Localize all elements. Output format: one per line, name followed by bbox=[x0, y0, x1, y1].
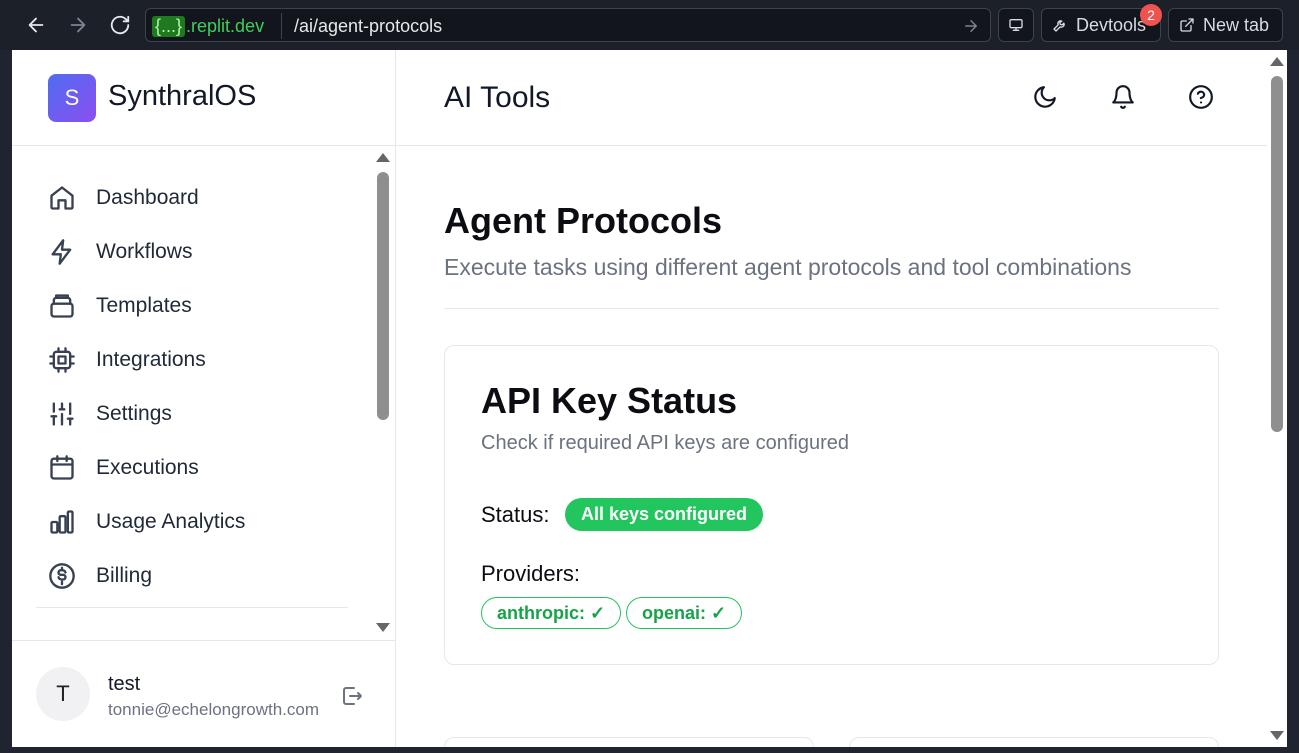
sidebar-item-label: Workflows bbox=[96, 240, 193, 263]
url-host-brace: {...} bbox=[152, 15, 186, 37]
provider-badge-openai: openai: ✓ bbox=[626, 597, 743, 629]
status-badge: All keys configured bbox=[565, 498, 764, 531]
provider-badge-anthropic: anthropic: ✓ bbox=[481, 597, 622, 629]
scroll-down-arrow-icon[interactable] bbox=[1270, 731, 1284, 740]
arrow-left-icon bbox=[28, 17, 44, 33]
page-title: Agent Protocols bbox=[444, 200, 723, 241]
sidebar-nav: Dashboard Workflows Templates Integratio… bbox=[12, 146, 395, 640]
arrow-right-icon[interactable] bbox=[962, 17, 980, 35]
sidebar-item-dashboard[interactable]: Dashboard bbox=[48, 178, 368, 218]
sidebar-item-templates[interactable]: Templates bbox=[48, 286, 368, 326]
sidebar: S SynthralOS Dashboard Workflows Templat… bbox=[12, 50, 396, 747]
status-label: Status: bbox=[481, 502, 550, 527]
calendar-icon bbox=[50, 455, 74, 480]
sidebar-scroll-thumb[interactable] bbox=[377, 172, 389, 420]
devtools-badge: 2 bbox=[1140, 4, 1162, 26]
user-name: test bbox=[108, 673, 141, 695]
browser-toolbar: {...} .replit.dev /ai/agent-protocols De… bbox=[0, 0, 1299, 50]
brand-logo[interactable]: S bbox=[48, 74, 96, 122]
devtools-label: Devtools bbox=[1076, 14, 1147, 35]
new-tab-label: New tab bbox=[1203, 14, 1270, 35]
moon-icon[interactable] bbox=[1032, 84, 1058, 110]
sidebar-item-label: Dashboard bbox=[96, 186, 199, 209]
sidebar-item-usage-analytics[interactable]: Usage Analytics bbox=[48, 502, 368, 542]
sidebar-scrollbar[interactable] bbox=[374, 146, 392, 640]
sidebar-item-label: Executions bbox=[96, 456, 199, 479]
lightning-icon bbox=[51, 239, 72, 265]
url-path: /ai/agent-protocols bbox=[294, 16, 443, 36]
providers-label: Providers: bbox=[481, 561, 581, 586]
top-bar: AI Tools bbox=[396, 50, 1267, 146]
sidebar-item-label: Billing bbox=[96, 564, 153, 587]
main-content: AI Tools Agent Protocols Execute tasks u… bbox=[396, 50, 1267, 747]
reload-icon bbox=[110, 15, 130, 35]
devtools-button[interactable]: Devtools 2 bbox=[1041, 4, 1162, 42]
bar-chart-icon bbox=[50, 510, 74, 534]
back-button[interactable] bbox=[21, 10, 51, 40]
main-scrollbar[interactable] bbox=[1267, 50, 1287, 747]
sidebar-item-label: Usage Analytics bbox=[96, 510, 246, 533]
card-title: API Key Status bbox=[481, 380, 738, 421]
external-link-icon bbox=[1180, 18, 1194, 32]
device-preview-button[interactable] bbox=[998, 8, 1034, 42]
wrench-icon bbox=[1053, 20, 1065, 32]
protocol-card bbox=[444, 737, 814, 747]
new-tab-button[interactable]: New tab bbox=[1168, 8, 1283, 42]
monitor-icon bbox=[1009, 18, 1023, 31]
card-subtitle: Check if required API keys are configure… bbox=[481, 432, 849, 454]
arrow-right-icon bbox=[70, 17, 86, 33]
sidebar-item-workflows[interactable]: Workflows bbox=[48, 232, 368, 272]
chip-icon bbox=[49, 347, 75, 373]
sidebar-item-billing[interactable]: Billing bbox=[48, 556, 368, 596]
url-host-domain: .replit.dev bbox=[186, 15, 265, 36]
page-section-title: AI Tools bbox=[444, 81, 551, 114]
api-key-status-card: API Key Status Check if required API key… bbox=[444, 345, 1219, 665]
url-separator bbox=[281, 13, 282, 39]
sidebar-item-executions[interactable]: Executions bbox=[48, 448, 368, 488]
sidebar-item-integrations[interactable]: Integrations bbox=[48, 340, 368, 380]
dollar-circle-icon bbox=[49, 563, 75, 589]
page-divider bbox=[444, 308, 1219, 309]
scroll-up-arrow-icon[interactable] bbox=[1270, 57, 1284, 66]
bell-icon[interactable] bbox=[1110, 84, 1136, 110]
brand-header: S SynthralOS bbox=[12, 50, 395, 146]
app-window: S SynthralOS Dashboard Workflows Templat… bbox=[12, 50, 1287, 747]
main-scroll-thumb[interactable] bbox=[1271, 76, 1283, 432]
page-subtitle: Execute tasks using different agent prot… bbox=[444, 254, 1132, 280]
reload-button[interactable] bbox=[105, 10, 135, 40]
scroll-up-arrow-icon[interactable] bbox=[376, 153, 390, 162]
sidebar-item-label: Templates bbox=[96, 294, 192, 317]
help-circle-icon[interactable] bbox=[1188, 84, 1214, 110]
sidebar-item-settings[interactable]: Settings bbox=[48, 394, 368, 434]
avatar[interactable]: T bbox=[36, 667, 90, 721]
brand-name[interactable]: SynthralOS bbox=[108, 80, 256, 113]
home-icon bbox=[50, 186, 74, 210]
logout-icon[interactable] bbox=[340, 684, 364, 708]
user-email: tonnie@echelongrowth.com bbox=[108, 700, 319, 719]
sliders-icon bbox=[50, 402, 74, 426]
user-panel: T test tonnie@echelongrowth.com bbox=[12, 640, 395, 747]
address-bar[interactable]: {...} .replit.dev /ai/agent-protocols bbox=[145, 8, 991, 42]
nav-divider bbox=[36, 607, 348, 608]
sidebar-item-label: Integrations bbox=[96, 348, 206, 371]
protocol-card bbox=[849, 737, 1219, 747]
url-host: {...} .replit.dev bbox=[152, 13, 264, 39]
layers-icon bbox=[50, 294, 74, 318]
sidebar-item-label: Settings bbox=[96, 402, 172, 425]
scroll-down-arrow-icon[interactable] bbox=[376, 623, 390, 632]
forward-button[interactable] bbox=[63, 10, 93, 40]
